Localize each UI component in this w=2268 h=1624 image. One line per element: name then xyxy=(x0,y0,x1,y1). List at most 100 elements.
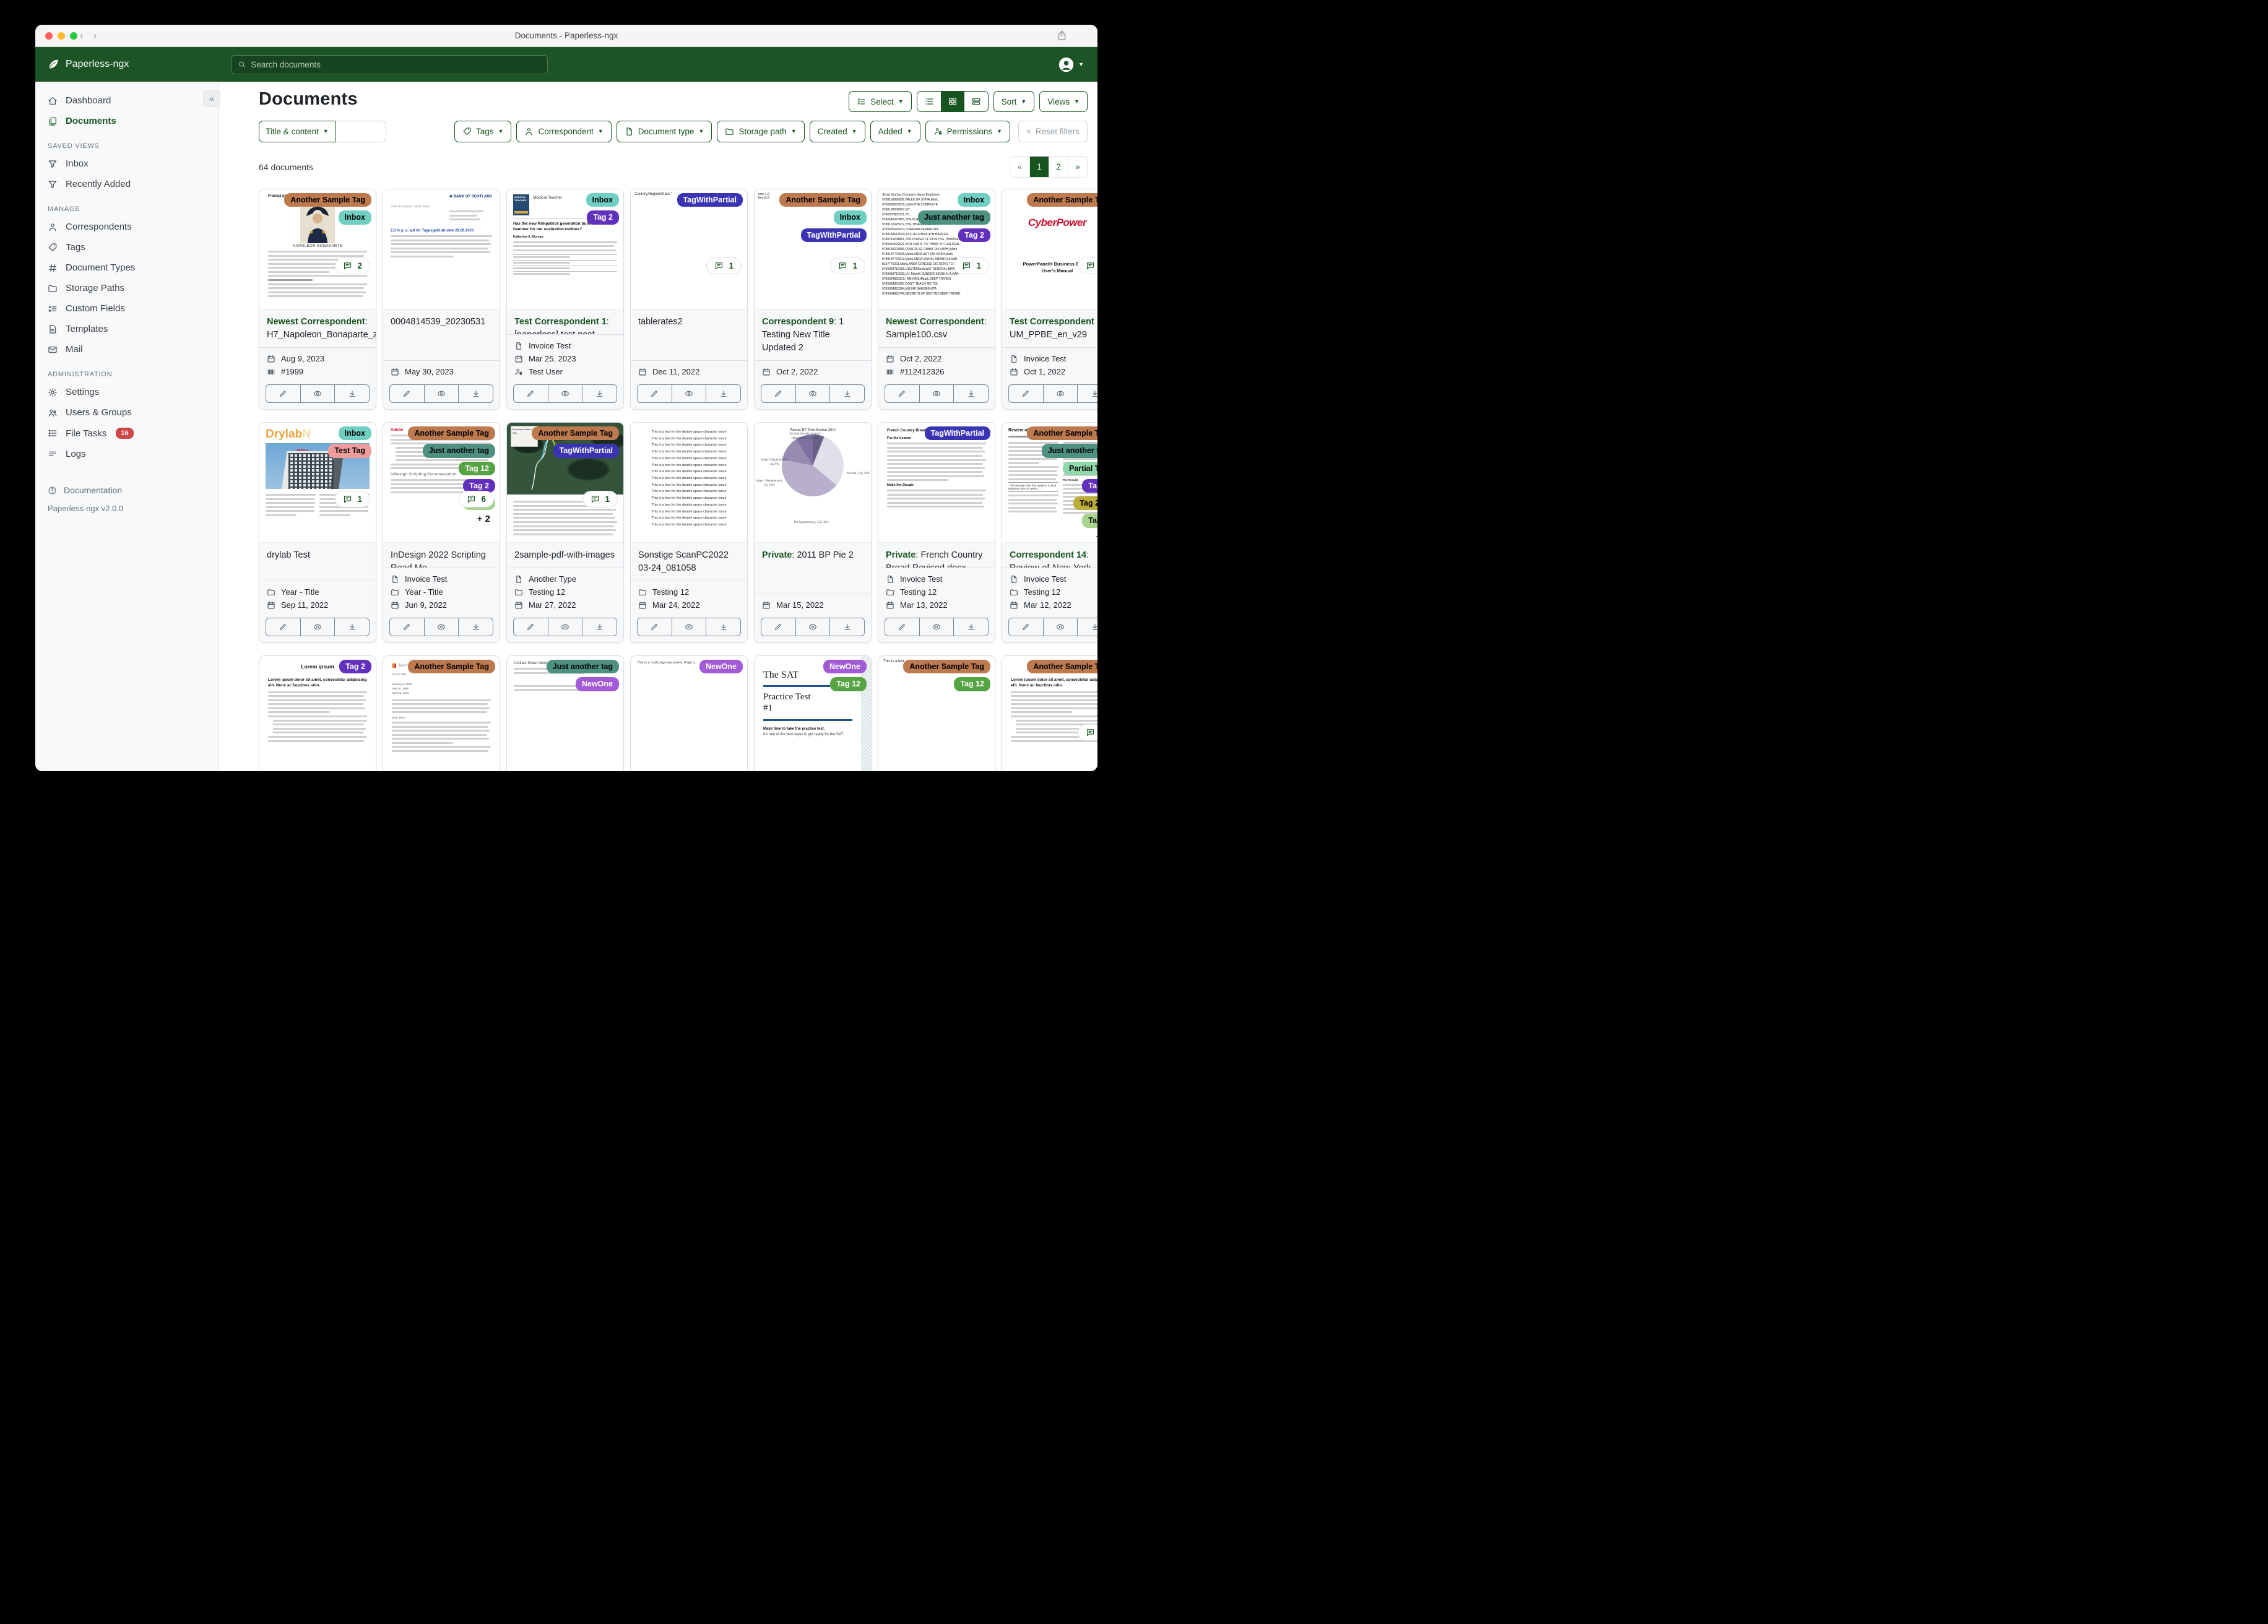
preview-button[interactable] xyxy=(423,385,459,402)
sort-button[interactable]: Sort ▼ xyxy=(993,91,1035,112)
tag-badge[interactable]: Another Sample Tag xyxy=(1027,426,1097,441)
card-correspondent[interactable]: Correspondent 9 xyxy=(762,317,834,327)
tag-badge[interactable]: NewOne xyxy=(575,677,619,691)
card-correspondent[interactable]: Test Correspondent 1 xyxy=(514,317,607,327)
card-title-area[interactable]: 2sample-pdf-with-images xyxy=(507,543,623,568)
search-bar[interactable] xyxy=(231,54,548,74)
tag-badge[interactable]: TagWithPartial xyxy=(800,228,867,242)
document-card[interactable]: DrylabN NETFLIX Inbox Test Tag 1 drylab Test Y… xyxy=(259,422,376,643)
document-thumbnail[interactable]: This is a test Another Sample Tag Tag 12 xyxy=(878,656,995,771)
card-title-area[interactable]: Test Correspondent 1: [paperless] test p… xyxy=(507,309,623,334)
document-thumbnail[interactable]: This is a test for the double space char… xyxy=(631,423,747,543)
document-card[interactable]: French Country Bread For the Leaven Make t… xyxy=(878,422,995,643)
preview-button[interactable] xyxy=(547,385,582,402)
tag-badge[interactable]: Tag 12 xyxy=(459,461,495,475)
zoom-window-button[interactable] xyxy=(70,32,77,40)
document-thumbnail[interactable]: This is a multi page document. Page 1. Ne… xyxy=(631,656,747,771)
download-button[interactable] xyxy=(1077,618,1097,636)
document-thumbnail[interactable]: Lorem ipsumLorem ipsum dolor sit amet, c… xyxy=(1002,656,1097,771)
tag-badge[interactable]: TagWithPartial xyxy=(924,426,990,441)
grid-view-icon-button[interactable] xyxy=(940,92,964,111)
filter-permissions-button[interactable]: Permissions ▼ xyxy=(925,121,1011,142)
preview-button[interactable] xyxy=(795,385,830,402)
sidebar-item-recently-added[interactable]: Recently Added xyxy=(35,174,219,194)
card-title-area[interactable]: tablerates2 xyxy=(631,309,747,360)
sidebar-item-documentation[interactable]: Documentation xyxy=(35,480,219,500)
download-button[interactable] xyxy=(829,618,864,636)
document-card[interactable]: Review of Arbitral Awards“The average ti… xyxy=(1002,422,1097,643)
user-menu[interactable]: ▼ xyxy=(1058,56,1084,73)
tag-badge[interactable]: Another Sample Tag xyxy=(903,660,990,674)
close-window-button[interactable] xyxy=(45,32,53,40)
card-title-area[interactable]: Newest Correspondent: H7_Napoleon_Bonapa… xyxy=(259,309,376,347)
card-title-area[interactable]: Correspondent 14: Review-of-New-York-Fed… xyxy=(1002,543,1097,568)
comment-count-badge[interactable]: 1 xyxy=(582,491,618,508)
search-field-selector[interactable]: Title & content ▼ xyxy=(259,121,335,142)
download-button[interactable] xyxy=(829,385,864,402)
document-thumbnail[interactable]: MEDICAL TEACHER Medical Teacher Has the new… xyxy=(507,189,623,309)
document-card[interactable]: This is a test Another Sample Tag Tag 12 xyxy=(878,655,995,771)
tag-badge[interactable]: Tag 3 xyxy=(1082,514,1097,528)
document-card[interactable]: one,1.0 five,5.0 Another Sample Tag Inbox Ta… xyxy=(754,189,872,410)
card-title-area[interactable]: drylab Test xyxy=(259,543,376,581)
sidebar-item-mail[interactable]: Mail xyxy=(35,339,219,360)
comment-count-badge[interactable]: 1 xyxy=(335,491,370,508)
tag-badge[interactable]: Tag 2 xyxy=(587,210,619,225)
tag-badge[interactable]: Tag 12 xyxy=(954,677,990,691)
document-thumbnail[interactable]: Patient BP Distribution 2011 Isolated Sys… xyxy=(755,423,871,543)
card-correspondent[interactable]: Newest Correspondent xyxy=(886,317,984,327)
document-thumbnail[interactable]: Adobe InDesign Scripting Documentation Ano… xyxy=(383,423,500,543)
edit-button[interactable] xyxy=(761,618,795,636)
card-title-area[interactable]: InDesign 2022 Scripting Read Me xyxy=(383,543,500,568)
edit-button[interactable] xyxy=(390,618,424,636)
tag-badge[interactable]: TagWithPartial xyxy=(677,193,743,207)
document-thumbnail[interactable]: DrylabN NETFLIX Inbox Test Tag 1 xyxy=(259,423,376,543)
document-thumbnail[interactable]: Contact Sheet Demo Just another tag NewOne xyxy=(507,656,623,771)
edit-button[interactable] xyxy=(514,618,548,636)
views-button[interactable]: Views ▼ xyxy=(1039,91,1088,112)
sidebar-item-document-types[interactable]: Document Types xyxy=(35,257,219,278)
document-card[interactable]: Country,Region/State,“ TagWithPartial 1 tab… xyxy=(630,189,748,410)
sidebar-item-dashboard[interactable]: Dashboard xyxy=(35,90,219,111)
document-card[interactable]: MEDICAL TEACHER Medical Teacher Has the new… xyxy=(506,189,624,410)
tag-badge[interactable]: Partial Tag xyxy=(1063,461,1097,475)
card-correspondent[interactable]: Newest Correspondent xyxy=(267,317,365,327)
document-card[interactable]: Boundary Waters Trip Another Sample Tag T… xyxy=(506,422,624,643)
select-button[interactable]: Select ▼ xyxy=(849,91,912,112)
tag-badge[interactable]: Tag 2 xyxy=(339,660,371,674)
filter-document-type-button[interactable]: Document type ▼ xyxy=(616,121,712,142)
page-1-button[interactable]: 1 xyxy=(1029,157,1049,177)
tag-badge[interactable]: NewOne xyxy=(823,660,867,674)
card-title-area[interactable]: Sonstige ScanPC2022 03-24_081058 xyxy=(631,543,747,581)
document-card[interactable]: Francja pod r NAPOLEON BONAPARTE Another S… xyxy=(259,189,376,410)
document-thumbnail[interactable]: Lorem ipsumLorem ipsum dolor sit amet, c… xyxy=(259,656,376,771)
edit-button[interactable] xyxy=(638,385,672,402)
filter-correspondent-button[interactable]: Correspondent ▼ xyxy=(516,121,612,142)
edit-button[interactable] xyxy=(1009,618,1043,636)
preview-button[interactable] xyxy=(795,618,830,636)
sidebar-item-inbox[interactable]: Inbox xyxy=(35,153,219,174)
download-button[interactable] xyxy=(458,385,493,402)
sidebar-collapse-button[interactable]: « xyxy=(203,90,220,107)
comment-count-badge[interactable]: 1 xyxy=(830,257,865,274)
tag-badge[interactable]: Inbox xyxy=(957,193,990,207)
tag-badge[interactable]: TagWithPartial xyxy=(553,444,619,458)
preview-button[interactable] xyxy=(300,385,335,402)
tag-badge[interactable]: Tag 2 xyxy=(1082,478,1097,493)
card-title-area[interactable]: Newest Correspondent: Sample100.csv xyxy=(878,309,995,347)
page-2-button[interactable]: 2 xyxy=(1049,157,1068,177)
document-card[interactable]: Test Name (12-66-789) January 3, 2022 July … xyxy=(383,655,500,771)
tag-badge[interactable]: Test Tag xyxy=(328,444,371,458)
tag-badge[interactable]: Inbox xyxy=(338,210,371,225)
preview-button[interactable] xyxy=(919,385,954,402)
share-icon[interactable] xyxy=(1056,30,1068,41)
tag-badge[interactable]: NewOne xyxy=(699,660,743,674)
document-thumbnail[interactable]: Review of Arbitral Awards“The average ti… xyxy=(1002,423,1097,543)
app-brand[interactable]: Paperless-ngx xyxy=(35,58,129,71)
document-card[interactable]: CyberPower PowerPanel® Business Edition Us… xyxy=(1002,189,1097,410)
preview-button[interactable] xyxy=(1042,385,1078,402)
preview-button[interactable] xyxy=(423,618,459,636)
card-title-area[interactable]: Private: French Country Bread Revised.do… xyxy=(878,543,995,568)
card-title-area[interactable]: 0004814539_20230531 xyxy=(383,309,500,360)
search-input[interactable] xyxy=(251,59,541,69)
